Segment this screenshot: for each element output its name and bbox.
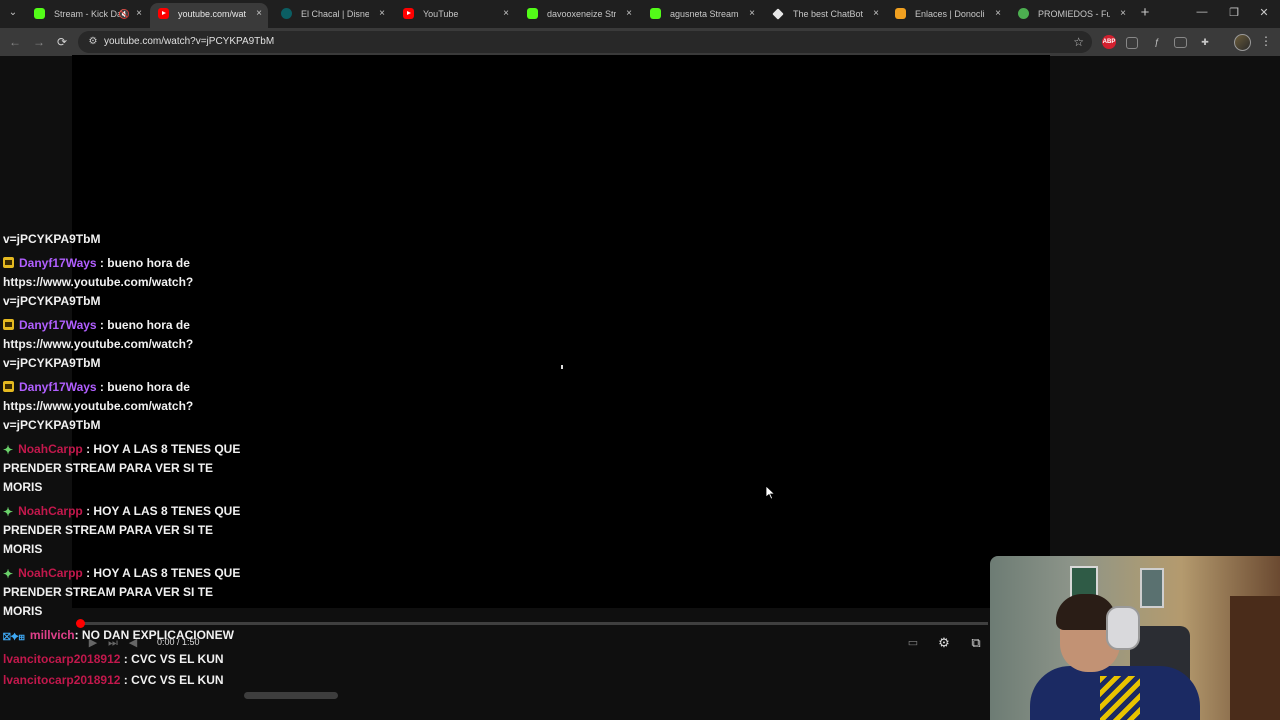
tab-disney[interactable]: El Chacal | Disney+ × [273,3,391,25]
tab-close-icon[interactable]: × [503,3,509,25]
tab-agusneta[interactable]: agusneta Stream - W × [642,3,761,25]
settings-gear-icon[interactable]: ⚙ [935,634,953,652]
chat-message: Danyf17Ways : bueno hora de https://www.… [0,254,253,311]
tab-title: youtube.com/watch? [178,9,246,19]
mute-icon[interactable]: 🔇 [119,3,130,25]
chat-message-text: : CVC VS EL KUN [120,673,224,687]
tab-strip: ⌄ Stream - Kick Da 🔇 × youtube.com/watch… [0,0,1280,28]
crown-badge-icon [3,381,14,392]
minimize-button[interactable]: — [1194,6,1210,18]
browser-toolbar: ← → ⟳ ⚙ youtube.com/watch?v=jPCYKPA9TbM … [0,28,1280,56]
miniplayer-icon[interactable]: ⧉ [967,634,985,652]
youtube-favicon-icon [158,8,169,19]
chat-username: NoahCarpp [18,442,83,456]
tab-close-icon[interactable]: × [379,3,385,25]
chat-username: millvich [29,628,75,642]
wooden-shelf [1230,596,1280,720]
back-button[interactable]: ← [6,33,24,51]
restore-button[interactable]: ❐ [1226,6,1242,19]
tab-title: YouTube [423,9,459,19]
tab-title: Stream - Kick Da [54,9,123,19]
tab-title: davooxeneize Stream [547,9,616,19]
profile-avatar[interactable] [1234,34,1251,51]
crown-badge-icon [3,319,14,330]
kick-favicon-icon [527,8,538,19]
sparkle-badge-icon: ✦ [3,567,14,581]
chat-username: lvancitocarp2018912 [3,673,121,687]
youtube-favicon-icon [403,8,414,19]
tab-close-icon[interactable]: × [136,3,142,25]
sparkle-badge-icon: ✦ [3,443,14,457]
tab-close-icon[interactable]: × [995,3,1001,25]
tab-title: Enlaces | Donoclip [915,9,985,19]
disney-favicon-icon [281,8,292,19]
tab-promiedos[interactable]: PROMIEDOS - Futbo × [1010,3,1132,25]
site-info-icon[interactable]: ⚙ [86,35,100,49]
chat-message: ✦ NoahCarpp : HOY A LAS 8 TENES QUE PREND… [0,502,253,559]
crown-badge-icon [3,257,14,268]
promiedos-favicon-icon [1018,8,1029,19]
tab-close-icon[interactable]: × [1120,3,1126,25]
chat-message: lvancitocarp2018912 : CVC VS EL KUN [0,671,253,690]
chat-message-text: v=jPCYKPA9TbM [3,232,101,246]
chat-username: Danyf17Ways [19,380,97,394]
chat-username: NoahCarpp [18,566,83,580]
chat-message: Danyf17Ways : bueno hora de https://www.… [0,316,253,373]
chat-message-text: : NO DAN EXPLICACIONEW [74,628,234,642]
bookmark-star-icon[interactable]: ☆ [1073,31,1084,53]
tab-close-icon[interactable]: × [256,3,262,25]
tab-davooxeneize[interactable]: davooxeneize Stream × [519,3,638,25]
chat-username: Danyf17Ways [19,256,97,270]
url-text[interactable]: youtube.com/watch?v=jPCYKPA9TbM [104,31,274,53]
headphones [1106,606,1140,650]
chat-message: v=jPCYKPA9TbM [0,230,253,249]
browser-menu-icon[interactable]: ⋮ [1260,34,1272,48]
tab-chatbot[interactable]: The best ChatBot an × [765,3,885,25]
donoclip-favicon-icon [895,8,906,19]
forward-button[interactable]: → [30,33,48,51]
chat-username: Danyf17Ways [19,318,97,332]
tab-title: agusneta Stream - W [670,9,739,19]
tab-kick-stream[interactable]: Stream - Kick Da 🔇 × [26,3,148,25]
close-window-button[interactable]: ✕ [1256,6,1272,19]
chat-overlay: v=jPCYKPA9TbM Danyf17Ways : bueno hora d… [0,230,260,695]
chat-message: ✦ NoahCarpp : HOY A LAS 8 TENES QUE PREND… [0,440,253,497]
tab-title: PROMIEDOS - Futbo [1038,9,1110,19]
tab-youtube-home[interactable]: YouTube × [395,3,515,25]
tab-title: The best ChatBot an [793,9,863,19]
tab-youtube-watch[interactable]: youtube.com/watch? × [150,3,268,28]
tab-donoclip[interactable]: Enlaces | Donoclip × [887,3,1007,25]
multi-badge-icon: ⛝✦⊞ [3,632,25,643]
adblock-extension-icon[interactable]: ABP [1102,35,1116,49]
subtitles-icon[interactable]: ▭ [904,634,922,652]
tab-close-icon[interactable]: × [626,3,632,25]
chat-message: lvancitocarp2018912 : CVC VS EL KUN [0,650,253,669]
tab-close-icon[interactable]: × [873,3,879,25]
tab-close-icon[interactable]: × [749,3,755,25]
loading-spinner-icon [561,365,563,369]
sparkle-badge-icon: ✦ [3,505,14,519]
address-bar[interactable]: ⚙ youtube.com/watch?v=jPCYKPA9TbM ☆ [78,31,1092,53]
chat-username: lvancitocarp2018912 [3,652,121,666]
chatbot-favicon-icon [772,8,784,20]
jersey-stripes [1100,676,1140,720]
wall-poster [1140,568,1164,608]
reader-extension-icon[interactable] [1126,37,1138,49]
chat-message-text: : CVC VS EL KUN [120,652,224,666]
tab-title: El Chacal | Disney+ [301,9,369,19]
chat-message: Danyf17Ways : bueno hora de https://www.… [0,378,253,435]
extensions-puzzle-icon[interactable]: ✚ [1198,35,1212,49]
webcam-overlay [990,556,1280,720]
chat-message: ⛝✦⊞ millvich: NO DAN EXPLICACIONEW [0,626,253,645]
new-tab-button[interactable]: + [1136,4,1154,22]
chat-message: ✦ NoahCarpp : HOY A LAS 8 TENES QUE PREND… [0,564,253,621]
tab-search-button[interactable]: ⌄ [4,4,22,22]
kick-favicon-icon [34,8,45,19]
script-extension-icon[interactable]: ƒ [1150,35,1164,49]
media-extension-icon[interactable] [1174,37,1187,48]
reload-button[interactable]: ⟳ [53,33,71,51]
chat-username: NoahCarpp [18,504,83,518]
kick-favicon-icon [650,8,661,19]
